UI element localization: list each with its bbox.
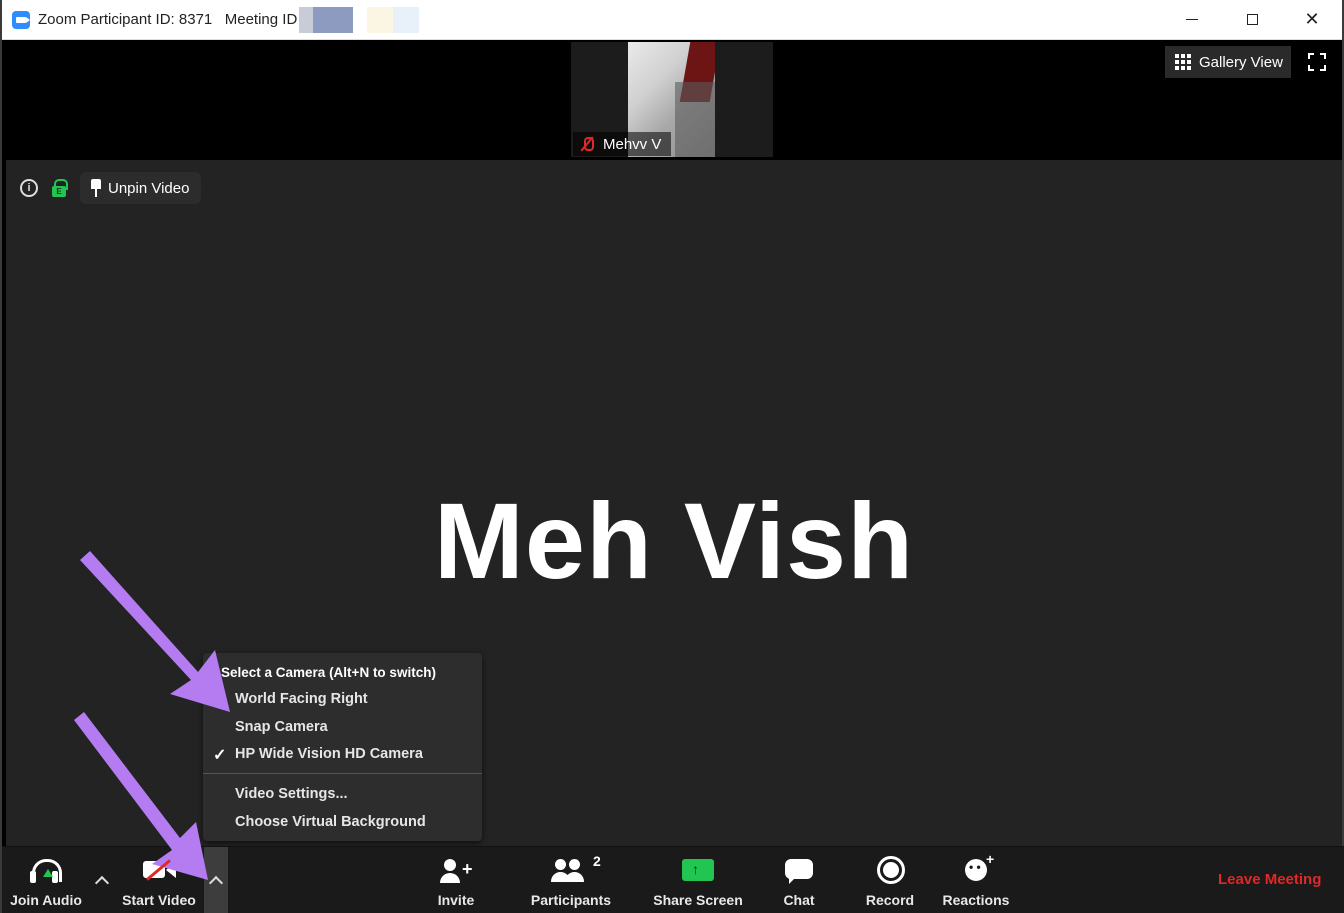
camera-menu-header: Select a Camera (Alt+N to switch): [221, 665, 436, 680]
people-icon: 2: [541, 847, 601, 887]
encryption-lock-icon[interactable]: [52, 179, 68, 197]
gallery-view-button[interactable]: Gallery View: [1165, 46, 1291, 78]
window-controls: ✕: [1162, 0, 1342, 40]
close-icon: ✕: [1304, 9, 1320, 29]
record-label: Record: [865, 892, 915, 908]
muted-mic-icon: [579, 136, 595, 152]
choose-virtual-background-item[interactable]: Choose Virtual Background: [235, 811, 426, 833]
emoji-icon: +: [946, 847, 1006, 887]
gallery-view-label: Gallery View: [1199, 53, 1283, 71]
pin-icon: [90, 179, 102, 197]
camera-option-hp-wide-vision[interactable]: HP Wide Vision HD Camera: [235, 743, 423, 765]
maximize-button[interactable]: [1222, 0, 1282, 40]
participants-count: 2: [593, 853, 601, 869]
reactions-button[interactable]: + Reactions: [940, 847, 1012, 913]
record-button[interactable]: Record: [860, 847, 920, 913]
participant-name-tag: Mehvv V: [573, 132, 672, 156]
redacted-meeting-id: [299, 6, 420, 33]
zoom-icon: [12, 10, 30, 29]
unpin-video-button[interactable]: Unpin Video: [80, 172, 202, 204]
fullscreen-icon[interactable]: [1308, 53, 1326, 71]
minimize-button[interactable]: [1162, 0, 1222, 40]
leave-meeting-button[interactable]: Leave Meeting: [1218, 871, 1321, 888]
speaker-name: Meh Vish: [433, 480, 915, 601]
chat-button[interactable]: Chat: [769, 847, 829, 913]
headphone-icon: [16, 847, 76, 887]
chat-icon: [769, 847, 829, 887]
invite-label: Invite: [437, 892, 475, 908]
camera-option-world-facing-right[interactable]: World Facing Right: [235, 688, 368, 710]
join-audio-label: Join Audio: [10, 892, 82, 908]
reactions-label: Reactions: [942, 892, 1010, 908]
chevron-up-icon: [94, 875, 110, 890]
start-video-button[interactable]: Start Video: [116, 847, 202, 913]
unpin-video-label: Unpin Video: [108, 179, 190, 197]
window-title: Zoom Participant ID: 8371 Meeting ID: [38, 11, 298, 28]
title-bar: Zoom Participant ID: 8371 Meeting ID ✕: [2, 0, 1342, 40]
zoom-window: Zoom Participant ID: 8371 Meeting ID ✕ M…: [0, 0, 1344, 913]
chevron-up-icon: [208, 875, 224, 890]
checkmark-icon: ✓: [213, 747, 227, 764]
camera-menu: Select a Camera (Alt+N to switch) World …: [203, 653, 482, 841]
maximize-icon: [1246, 14, 1258, 25]
share-screen-label: Share Screen: [653, 892, 743, 908]
record-icon: [860, 847, 920, 887]
camera-option-snap-camera[interactable]: Snap Camera: [235, 716, 328, 738]
add-user-icon: +: [426, 847, 486, 887]
chat-label: Chat: [783, 892, 815, 908]
invite-button[interactable]: + Invite: [426, 847, 486, 913]
share-screen-button[interactable]: ↑ Share Screen: [652, 847, 744, 913]
video-options-caret[interactable]: [204, 847, 228, 913]
participant-name: Mehvv V: [603, 135, 662, 153]
start-video-label: Start Video: [122, 892, 196, 908]
join-audio-button[interactable]: Join Audio: [6, 847, 86, 913]
grid-icon: [1175, 54, 1191, 70]
participants-label: Participants: [530, 892, 612, 908]
close-button[interactable]: ✕: [1282, 0, 1342, 40]
video-settings-item[interactable]: Video Settings...: [235, 783, 348, 805]
meeting-toolbar: Join Audio Start Video + Invite 2 Partic…: [2, 846, 1344, 913]
info-icon[interactable]: i: [20, 179, 38, 197]
participant-thumbnail[interactable]: Mehvv V: [571, 42, 773, 157]
participants-button[interactable]: 2 Participants: [529, 847, 613, 913]
share-screen-icon: ↑: [668, 847, 728, 887]
video-off-icon: [129, 847, 189, 887]
stage-toolbar: i Unpin Video: [20, 172, 202, 204]
audio-options-caret[interactable]: [88, 847, 116, 913]
minimize-icon: [1186, 19, 1198, 20]
menu-divider: [203, 773, 482, 774]
